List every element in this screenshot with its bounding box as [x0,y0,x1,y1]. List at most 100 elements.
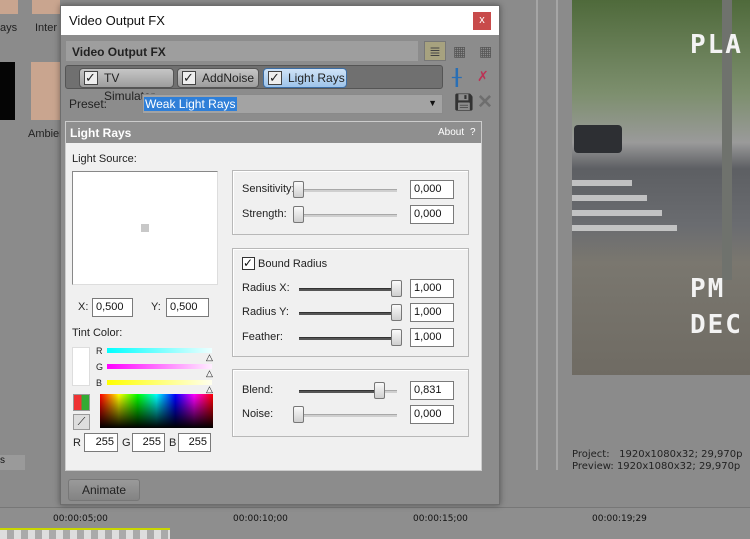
save-preset-icon[interactable]: 💾︎ [453,93,475,113]
sensitivity-label: Sensitivity: [242,183,295,195]
timeline-tick: 00:00:15;00 [413,514,468,524]
noise-input[interactable]: 0,000 [410,405,454,424]
help-link[interactable]: ? [470,127,476,138]
chain-item-addnoise[interactable]: ✓ AddNoise [177,68,259,88]
delete-preset-icon[interactable]: ✕ [477,91,493,114]
feather-input[interactable]: 1,000 [410,328,454,347]
slider-thumb[interactable] [391,304,402,321]
video-preview: PLA PM DEC [572,0,750,375]
x-input[interactable]: 0,500 [92,298,133,317]
slider-triangle-icon[interactable]: △ [206,352,213,363]
checkbox-icon[interactable]: ✓ [268,71,282,85]
g-channel-label: G [96,362,104,372]
g-value-label: G [122,437,131,449]
fx-chain: ✓ TV Simulator ✓ AddNoise ✓ Light Rays [65,65,443,103]
panel-header: Light Rays About ? [66,122,481,143]
overlay-text: PM [690,274,726,304]
blend-input[interactable]: 0,831 [410,381,454,400]
b-channel-label: B [96,378,103,388]
x-label: X: [78,301,89,313]
sensitivity-input[interactable]: 0,000 [410,180,454,199]
tab-fragment[interactable]: s [0,455,25,470]
chain-item-label: AddNoise [202,71,255,85]
light-source-pad[interactable] [72,171,218,285]
timeline-clip[interactable] [0,528,170,539]
slider-fill [299,390,381,393]
slider-thumb[interactable] [293,181,304,198]
bound-radius-label: Bound Radius [258,258,328,270]
project-label: Project: [572,449,610,460]
b-input[interactable]: 255 [178,433,211,452]
dialog-title: Video Output FX [69,13,165,28]
preview-value: 1920x1080x32; 29,970p [616,461,741,472]
media-label: Ambier [28,128,63,140]
media-thumbnail[interactable] [0,62,15,120]
b-channel-slider[interactable] [107,380,212,385]
chain-item-label: Light Rays [288,71,345,85]
about-link[interactable]: About [438,127,464,138]
pane-divider[interactable] [536,0,538,470]
radius-x-label: Radius X: [242,282,290,294]
color-palette-icon[interactable] [73,394,90,411]
eyedropper-icon[interactable]: ⟋ [73,414,90,430]
r-input[interactable]: 255 [84,433,118,452]
radius-x-input[interactable]: 1,000 [410,279,454,298]
preview-label: Preview: [572,461,614,472]
media-label: Inter [35,22,58,34]
strength-input[interactable]: 0,000 [410,205,454,224]
y-input[interactable]: 0,500 [166,298,209,317]
slider-fill [299,312,397,315]
g-channel-slider[interactable] [107,364,212,369]
light-source-handle[interactable] [141,224,149,232]
checkbox-icon[interactable]: ✓ [84,71,98,85]
remove-plugin-icon[interactable]: ✗ [477,68,489,85]
preview-status: Preview: 1920x1080x32; 29,970p [572,461,740,472]
media-thumbnail[interactable] [32,0,60,14]
slider-thumb[interactable] [293,206,304,223]
color-spectrum[interactable] [100,394,213,428]
media-label: ays [0,22,18,34]
chevron-down-icon: ▼ [428,98,437,108]
plugin-chain-icon[interactable]: ╂ [452,68,462,88]
strength-slider[interactable] [299,214,397,217]
overlay-text: DEC [690,310,743,340]
media-thumbnail[interactable] [0,0,18,14]
slider-thumb[interactable] [374,382,386,399]
timeline-tick: 00:00:19;29 [592,514,647,524]
sensitivity-slider[interactable] [299,189,397,192]
feather-label: Feather: [242,331,283,343]
slider-triangle-icon[interactable]: △ [206,368,213,379]
slider-thumb[interactable] [391,329,402,346]
blend-group [232,369,469,437]
y-label: Y: [151,301,161,313]
large-grid-view-icon[interactable]: ▦ [479,43,492,60]
noise-slider[interactable] [299,414,397,417]
b-value-label: B [169,437,177,449]
slider-fill [299,288,397,291]
close-button[interactable]: x [473,12,491,30]
chain-item-tv-simulator[interactable]: ✓ TV Simulator [79,68,174,103]
media-thumbnail[interactable] [31,62,60,120]
g-input[interactable]: 255 [132,433,165,452]
timeline-tick: 00:00:10;00 [233,514,288,524]
chain-item-light-rays[interactable]: ✓ Light Rays [263,68,347,88]
r-channel-slider[interactable] [107,348,212,353]
radius-y-input[interactable]: 1,000 [410,303,454,322]
bound-radius-checkbox[interactable]: ✓ [242,257,255,270]
checkbox-icon[interactable]: ✓ [182,71,196,85]
title-bar[interactable]: Video Output FX x [61,6,499,35]
grid-view-icon[interactable]: ▦ [453,43,466,60]
tint-color-label: Tint Color: [72,327,123,339]
overlay-text: PLA [690,30,743,60]
animate-button[interactable]: Animate [68,479,140,501]
r-value-label: R [73,437,81,449]
list-view-icon[interactable]: ≣ [424,41,446,61]
slider-thumb[interactable] [391,280,402,297]
slider-thumb[interactable] [293,406,304,423]
panel-title: Light Rays [70,126,132,140]
preset-dropdown[interactable]: Weak Light Rays ▼ [142,94,443,114]
pane-divider[interactable] [556,0,558,470]
light-source-label: Light Source: [72,153,137,165]
blend-label: Blend: [242,384,274,396]
tint-swatch [72,347,90,386]
